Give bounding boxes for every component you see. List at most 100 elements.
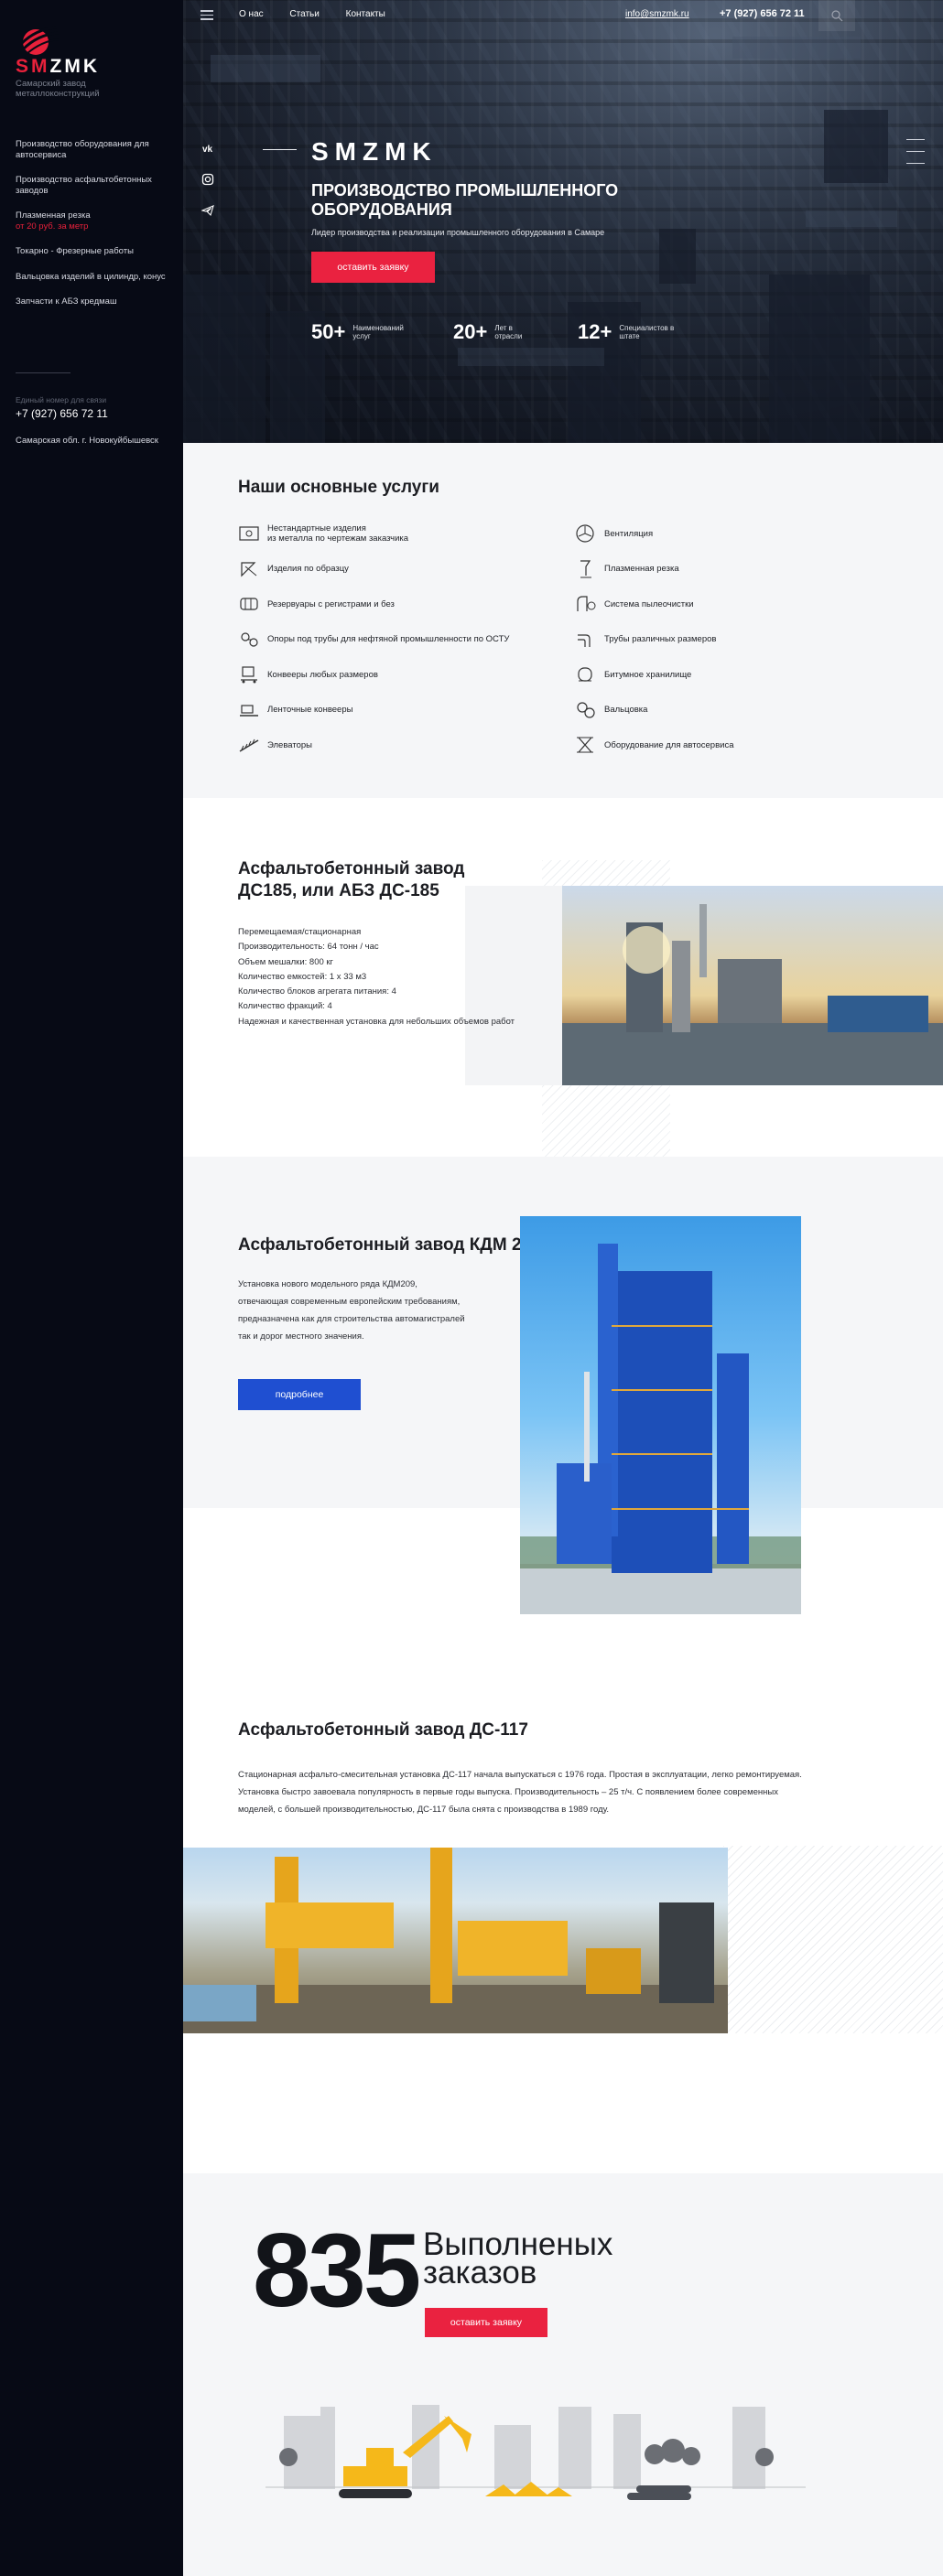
template-icon	[241, 561, 257, 577]
spec-line: Объем мешалки: 800 кг	[238, 956, 334, 967]
logo[interactable]: SMZMK Самарский завод металлоконструкций	[16, 22, 171, 99]
services-list-right: Вентиляция Плазменная резка Система пыле…	[575, 522, 886, 769]
logo-wordmark: SMZMK	[16, 56, 100, 77]
hero-slider-dots[interactable]	[906, 139, 925, 175]
sidebar-item-plasma-cutting[interactable]: Плазменная резка от 20 руб. за метр	[16, 210, 171, 232]
service-item[interactable]: Система пылеочистки	[575, 592, 886, 628]
top-nav-articles[interactable]: Статьи	[289, 9, 319, 19]
kdm209-title: Асфальтобетонный завод КДМ 209	[238, 1235, 541, 1255]
sidebar-address: Самарская обл. г. Новокуйбышевск	[16, 436, 158, 446]
hero-stats: 50+ Наименований услуг 20+ Лет в отрасли 1…	[311, 320, 696, 357]
stat-years: 20+ Лет в отрасли	[453, 320, 523, 343]
fan-icon	[576, 524, 594, 543]
hero-request-button[interactable]: оставить заявку	[311, 252, 435, 283]
hero-brand: SMZMK	[311, 137, 438, 166]
spec-line: Количество фракций: 4	[238, 1001, 332, 1012]
service-item[interactable]: Нестандартные изделия из металла по черт…	[238, 522, 549, 557]
hero-section: vk SMZMK ПРОИЗВОДСТВО ПРОМЫШЛЕННОГО ОБОР…	[183, 0, 943, 443]
service-item[interactable]: Резервуары с регистрами и без	[238, 592, 549, 628]
ds117-photo	[183, 1848, 728, 2033]
hero-line-decoration	[263, 149, 297, 150]
sidebar-phone-caption: Единый номер для связи	[16, 395, 107, 404]
bitumen-storage-icon	[578, 667, 592, 682]
kdm209-photo	[520, 1216, 801, 1614]
logo-subtitle: Самарский завод металлоконструкций	[16, 79, 100, 99]
service-item[interactable]: Вальцовка	[575, 698, 886, 734]
hero-subtitle: Лидер производства и реализации промышле…	[311, 228, 605, 237]
orders-count: 835	[253, 2213, 421, 2329]
text-line: отвечающая современным европейским требо…	[238, 1297, 461, 1307]
service-item[interactable]: Опоры под трубы для нефтяной промышленно…	[238, 628, 549, 663]
sidebar: SMZMK Самарский завод металлоконструкций…	[0, 0, 183, 2576]
counter-request-button[interactable]: оставить заявку	[425, 2308, 547, 2337]
service-item[interactable]: Трубы различных размеров	[575, 628, 886, 663]
menu-icon[interactable]	[201, 10, 213, 20]
search-button[interactable]	[818, 0, 855, 31]
rolling-icon	[577, 701, 595, 718]
top-phone[interactable]: +7 (927) 656 72 11	[720, 8, 805, 19]
spec-line: Перемещаемая/стационарная	[238, 927, 362, 937]
kdm209-description: Установка нового модельного ряда КДМ209,…	[238, 1279, 485, 1349]
text-line: предназначена как для строительства авто…	[238, 1314, 465, 1324]
tank-icon	[240, 598, 258, 610]
instagram-icon[interactable]	[201, 173, 214, 186]
service-item[interactable]: Битумное хранилище	[575, 663, 886, 698]
more-button[interactable]: подробнее	[238, 1379, 361, 1410]
service-item[interactable]: Вентиляция	[575, 522, 886, 557]
services-list-left: Нестандартные изделия из металла по черт…	[238, 522, 549, 769]
ds117-section: Асфальтобетонный завод ДС-117 Стационарн…	[183, 1619, 943, 2173]
service-item[interactable]: Конвееры любых размеров	[238, 663, 549, 698]
svg-text:vk: vk	[202, 145, 213, 155]
car-lift-icon	[577, 737, 593, 753]
text-line: Установка нового модельного ряда КДМ209,	[238, 1279, 417, 1289]
text-line: так и дорог местного значения.	[238, 1331, 364, 1342]
elevator-icon	[239, 738, 259, 752]
sheet-metal-icon	[239, 526, 259, 541]
service-item[interactable]: Плазменная резка	[575, 557, 886, 593]
sidebar-item-autoservice[interactable]: Производство оборудования для автосервис…	[16, 139, 171, 160]
abz185-section: Асфальтобетонный завод ДС185, или АБЗ ДС…	[183, 798, 943, 1190]
telegram-icon[interactable]	[201, 204, 214, 217]
vk-icon[interactable]: vk	[201, 142, 214, 155]
dust-system-icon	[577, 596, 596, 611]
sidebar-item-spare-parts[interactable]: Запчасти к АБЗ кредмаш	[16, 296, 171, 307]
orders-label: Выполненых заказов	[423, 2226, 613, 2290]
top-nav-contacts[interactable]: Контакты	[346, 9, 385, 19]
service-item[interactable]: Элеваторы	[238, 733, 549, 769]
pipe-support-icon	[241, 631, 258, 647]
service-item[interactable]: Ленточные конвееры	[238, 698, 549, 734]
search-icon	[831, 10, 843, 22]
spec-line: Количество емкостей: 1 х 33 м3	[238, 971, 367, 982]
top-nav-about[interactable]: О нас	[239, 9, 264, 19]
belt-conveyor-icon	[240, 704, 258, 717]
top-email-link[interactable]: info@smzmk.ru	[625, 9, 689, 19]
hero-overlay	[183, 0, 943, 443]
construction-illustration	[266, 2405, 806, 2500]
sidebar-divider	[16, 372, 70, 373]
services-title: Наши основные услуги	[238, 478, 439, 497]
sidebar-item-turning-milling[interactable]: Токарно - Фрезерные работы	[16, 246, 171, 257]
sidebar-item-price: от 20 руб. за метр	[16, 221, 89, 232]
sidebar-phone[interactable]: +7 (927) 656 72 11	[16, 407, 108, 420]
kdm209-section: Асфальтобетонный завод КДМ 209 Установка…	[183, 1157, 943, 1619]
top-nav: О нас Статьи Контакты	[239, 9, 409, 19]
spec-line: Надежная и качественная установка для не…	[238, 1016, 515, 1027]
service-item[interactable]: Изделия по образцу	[238, 557, 549, 593]
pipes-icon	[578, 633, 591, 647]
abz185-title: Асфальтобетонный завод ДС185, или АБЗ ДС…	[238, 859, 465, 900]
sidebar-item-asphalt-plants[interactable]: Производство асфальтобетонных заводов	[16, 175, 171, 196]
spec-line: Производительность: 64 тонн / час	[238, 942, 379, 953]
sidebar-item-rolling[interactable]: Вальцовка изделий в цилиндр, конус	[16, 272, 171, 283]
ds117-title: Асфальтобетонный завод ДС-117	[238, 1720, 528, 1740]
hero-title: ПРОИЗВОДСТВО ПРОМЫШЛЕННОГО ОБОРУДОВАНИЯ	[311, 181, 619, 219]
abz185-specs: Перемещаемая/стационарная Производительн…	[238, 927, 540, 1031]
hatch-decoration	[723, 1846, 943, 2033]
stat-specialists: 12+ Специалистов в штате	[578, 320, 675, 343]
service-item[interactable]: Оборудование для автосервиса	[575, 733, 886, 769]
topbar: О нас Статьи Контакты info@smzmk.ru +7 (…	[183, 0, 943, 31]
orders-counter-section: 835 Выполненых заказов оставить заявку	[183, 2173, 943, 2576]
ds117-description: Стационарная асфальто-смесительная устан…	[238, 1770, 802, 1815]
sidebar-nav: Производство оборудования для автосервис…	[16, 139, 171, 322]
plasma-cutter-icon	[580, 559, 591, 577]
services-section: Наши основные услуги Нестандартные издел…	[183, 443, 943, 798]
